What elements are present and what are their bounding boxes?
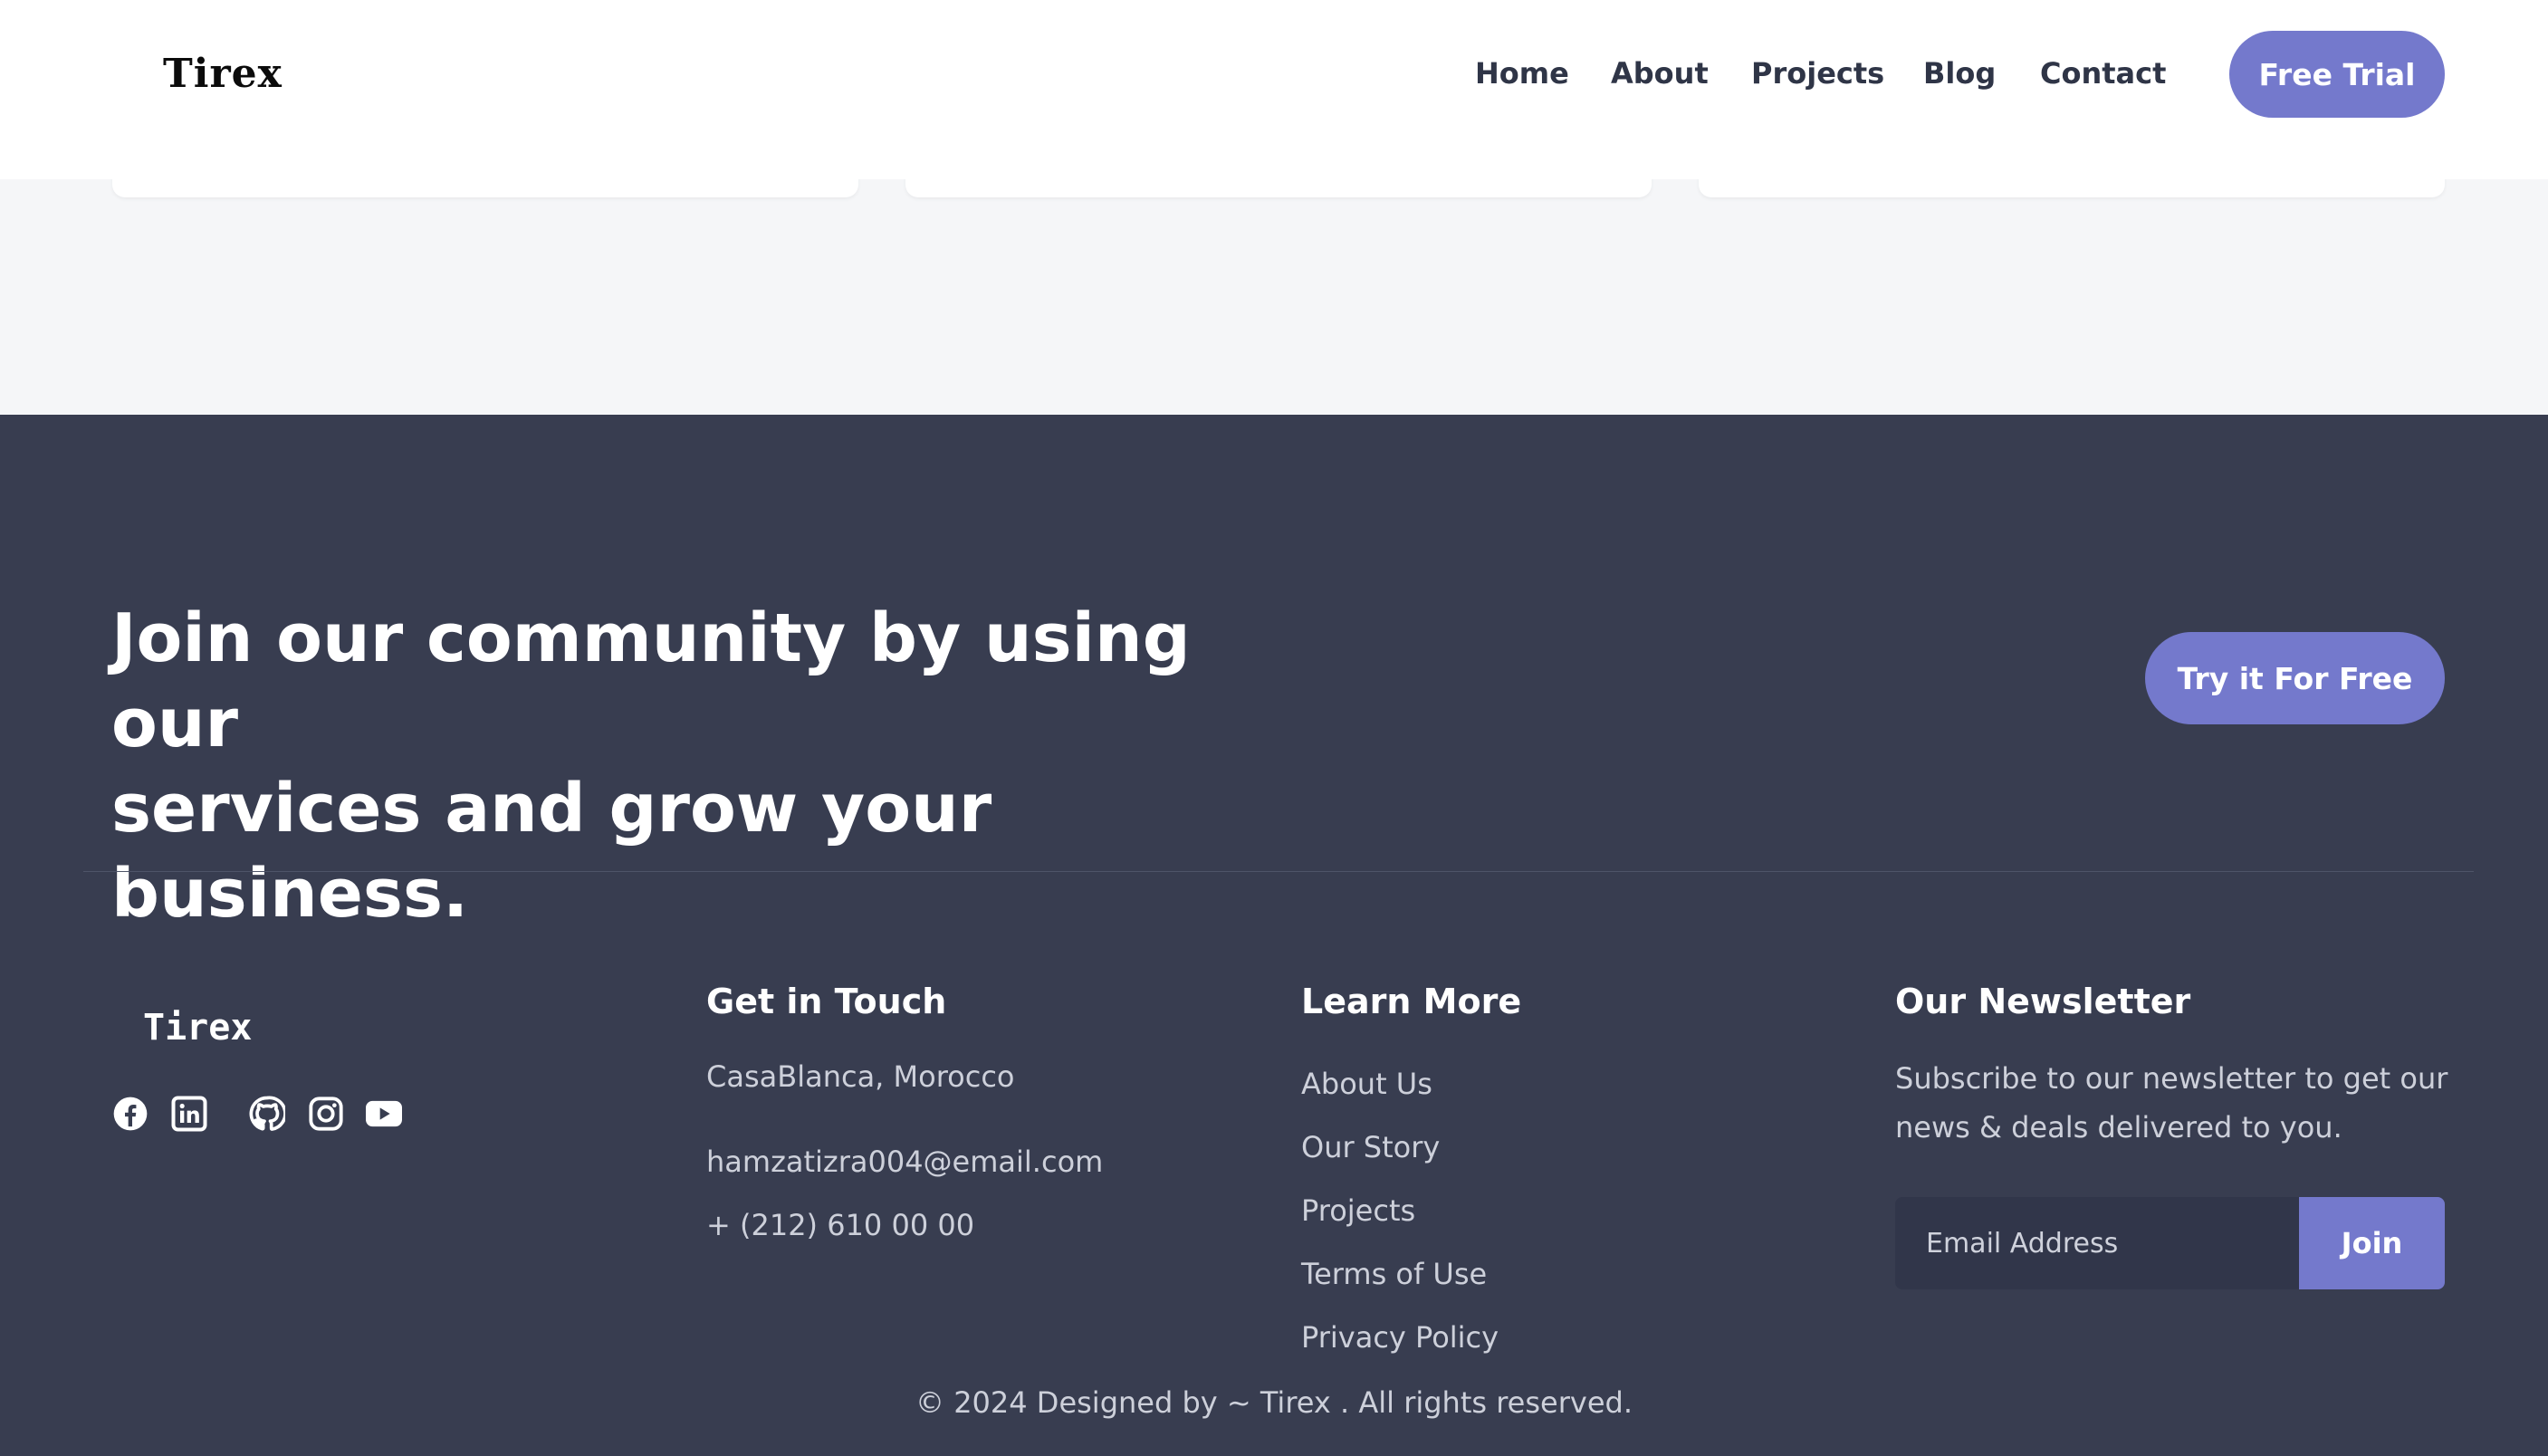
footer-link-about-us[interactable]: About Us <box>1301 1067 1432 1101</box>
learn-more-title: Learn More <box>1301 982 1522 1021</box>
nav-home[interactable]: Home <box>1475 56 1569 91</box>
footer-link-our-story[interactable]: Our Story <box>1301 1130 1440 1164</box>
facebook-icon[interactable] <box>112 1096 148 1132</box>
site-header: Tirex Home About Projects Blog Contact F… <box>0 0 2548 179</box>
footer-link-terms[interactable]: Terms of Use <box>1301 1257 1487 1291</box>
copyright-text: © 2024 Designed by ~ Tirex . All rights … <box>915 1385 1633 1420</box>
footer-link-privacy[interactable]: Privacy Policy <box>1301 1320 1499 1355</box>
newsletter-email-input[interactable] <box>1895 1197 2299 1289</box>
cta-heading-line: Join our community by using our <box>111 599 1191 762</box>
contact-email[interactable]: hamzatizra004@email.com <box>706 1145 1103 1179</box>
nav-contact[interactable]: Contact <box>2040 56 2166 91</box>
footer-divider <box>83 871 2474 872</box>
site-footer: Join our community by using our services… <box>0 415 2548 1456</box>
free-trial-button[interactable]: Free Trial <box>2229 31 2445 118</box>
try-free-button[interactable]: Try it For Free <box>2145 632 2445 724</box>
contact-phone[interactable]: + (212) 610 00 00 <box>706 1208 974 1242</box>
linkedin-icon[interactable] <box>171 1096 207 1132</box>
contact-title: Get in Touch <box>706 982 947 1021</box>
nav-projects[interactable]: Projects <box>1751 56 1884 91</box>
newsletter-join-button[interactable]: Join <box>2299 1197 2445 1289</box>
cta-heading: Join our community by using our services… <box>111 596 1334 936</box>
newsletter-description: Subscribe to our newsletter to get our n… <box>1895 1061 2448 1145</box>
footer-logo[interactable]: Tirex <box>143 1007 252 1049</box>
github-icon[interactable] <box>249 1096 285 1132</box>
instagram-icon[interactable] <box>308 1096 344 1132</box>
nav-blog[interactable]: Blog <box>1923 56 1996 91</box>
footer-link-projects[interactable]: Projects <box>1301 1193 1415 1228</box>
contact-location: CasaBlanca, Morocco <box>706 1059 1015 1094</box>
newsletter-title: Our Newsletter <box>1895 982 2191 1021</box>
youtube-icon[interactable] <box>364 1096 404 1132</box>
cta-heading-line: services and grow your business. <box>111 770 992 933</box>
nav-about[interactable]: About <box>1611 56 1709 91</box>
site-logo[interactable]: Tirex <box>163 51 283 97</box>
